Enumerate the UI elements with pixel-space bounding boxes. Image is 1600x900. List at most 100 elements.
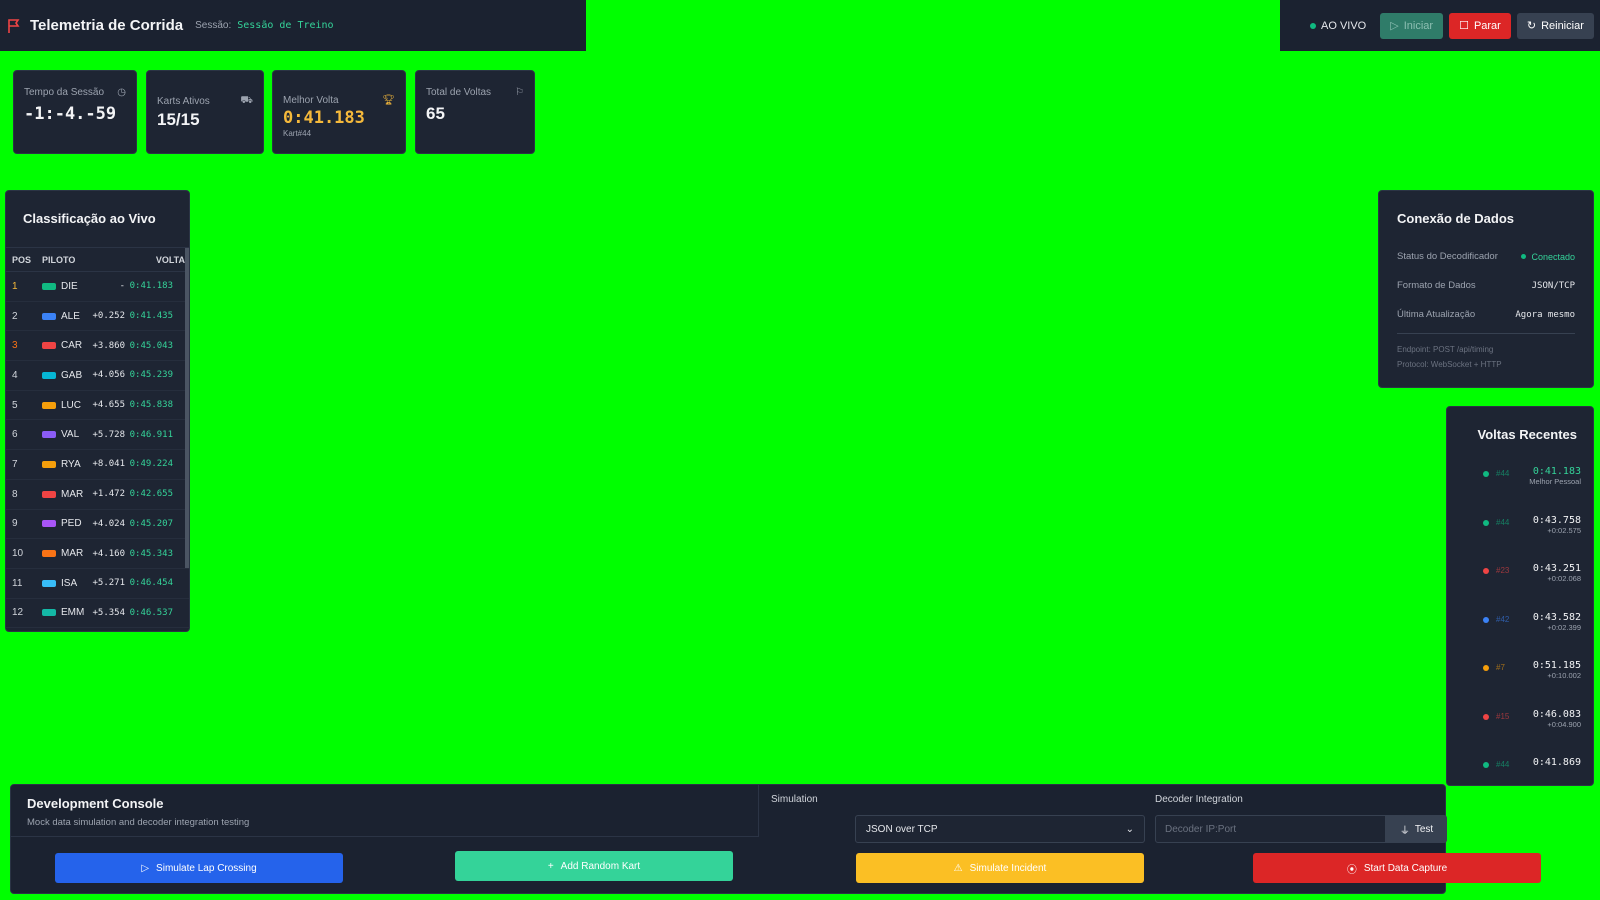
row-position: 12: [12, 607, 24, 619]
table-row[interactable]: 4 GAB +4.056 0:45.239: [6, 361, 189, 391]
lap-delta: +0:04.900: [1547, 719, 1581, 729]
table-row[interactable]: 10 MAR +4.160 0:45.343: [6, 539, 189, 569]
lap-kart: #7: [1496, 663, 1505, 672]
reset-button[interactable]: ↻ Reiniciar: [1516, 12, 1594, 39]
lap-info: 0:41.869: [1526, 757, 1581, 768]
row-position: 4: [12, 369, 18, 381]
row-lap: 0:46.454: [129, 578, 173, 589]
lap-info: 0:43.251 +0:02.068: [1526, 563, 1581, 583]
decoder-status-label: Status do Decodificador: [1397, 251, 1498, 262]
lap-info: 0:43.758 +0:02.575: [1526, 515, 1581, 535]
lap-delta: +0:02.399: [1547, 622, 1581, 632]
table-row[interactable]: 2 ALE +0.252 0:41.435: [6, 302, 189, 332]
kart-dot-icon: [1483, 471, 1489, 477]
connection-title: Conexão de Dados: [1397, 211, 1515, 226]
row-lap: 0:45.343: [129, 548, 173, 559]
lap-kart: #15: [1496, 711, 1510, 721]
stat-best-lap: Melhor Volta 🏆︎ 0:41.183 Kart#44: [272, 70, 406, 154]
row-lap: 0:41.183: [129, 281, 173, 292]
data-format-value: JSON/TCP: [1531, 280, 1575, 291]
table-row[interactable]: 7 RYA +8.041 0:49.224: [6, 450, 189, 480]
refresh-icon: ↻: [1526, 20, 1537, 32]
leaderboard-scrollbar[interactable]: [185, 248, 189, 568]
simulate-lap-button[interactable]: ▷ Simulate Lap Crossing: [55, 853, 343, 883]
leaderboard-rows: 1 DIE -0:41.183 2 ALE +0.252 0:41.435 3 CAR +3.86…: [6, 272, 189, 629]
lap-info: 0:46.083 +0:04.900: [1526, 709, 1581, 729]
start-button[interactable]: ▷ Iniciar: [1380, 12, 1444, 39]
row-pilot: LUC: [61, 399, 82, 411]
row-pilot: MAR: [61, 548, 84, 560]
table-row[interactable]: 11 ISA +5.271 0:46.454: [6, 569, 189, 599]
leaderboard-panel: Classificação ao Vivo POS PILOTO VOLTA 1…: [5, 190, 190, 632]
stat-value: -1:-4.-59: [24, 104, 117, 124]
data-format-row: Formato de Dados JSON/TCP: [1397, 271, 1575, 300]
stat-label: Melhor Volta: [283, 95, 339, 106]
lap-delta: +0:02.068: [1547, 574, 1581, 583]
row-pilot: CAR: [61, 340, 83, 352]
table-row[interactable]: 1 DIE -0:41.183: [6, 272, 189, 302]
row-position: 1: [12, 280, 18, 292]
start-capture-button[interactable]: ⦿ Start Data Capture: [1253, 853, 1541, 883]
row-position: 9: [12, 518, 18, 530]
stat-total-laps: Total de Voltas ⚐ 65: [415, 70, 535, 154]
row-pilot: VAL: [61, 429, 80, 441]
live-dot-icon: [1310, 22, 1316, 29]
kart-tag-icon: [42, 282, 56, 290]
simulate-incident-label: Simulate Incident: [969, 862, 1047, 874]
stat-value: 65: [426, 104, 445, 123]
table-row[interactable]: 3 CAR +3.860 0:45.043: [6, 331, 189, 362]
stat-subtitle: Kart#44: [283, 129, 312, 138]
flag-icon: ⚐: [515, 87, 524, 98]
stop-button[interactable]: ☐ Parar: [1449, 12, 1511, 39]
lap-info: 0:41.183 Melhor Pessoal: [1526, 466, 1581, 486]
lap-kart: #44: [1496, 760, 1510, 769]
dev-console-header: Development Console Mock data simulation…: [11, 785, 759, 837]
kart-dot-icon: [1483, 665, 1489, 671]
test-button[interactable]: ⏚ Test: [1386, 815, 1447, 843]
lap-delta: +0:10.002: [1547, 671, 1581, 680]
kart-icon: ⛟: [240, 95, 253, 106]
row-position: 6: [12, 429, 18, 441]
row-gap: +5.728: [92, 429, 125, 440]
table-row[interactable]: 8 MAR +1.472 0:42.655: [6, 480, 189, 510]
lap-info: 0:51.185 +0:10.002: [1526, 660, 1581, 680]
kart-tag-icon: [42, 520, 56, 528]
data-format-label: Formato de Dados: [1397, 280, 1476, 291]
row-lap: 0:42.655: [129, 489, 173, 500]
lap-kart: #44: [1496, 469, 1510, 478]
row-position: 5: [12, 399, 18, 411]
lap-time: 0:43.758: [1532, 514, 1581, 526]
play-icon: ▷: [1390, 20, 1399, 32]
format-select[interactable]: JSON over TCP ⌄: [855, 815, 1145, 843]
kart-dot-icon: [1483, 762, 1489, 768]
lap-time: 0:46.083: [1532, 708, 1581, 720]
table-row[interactable]: 9 PED +4.024 0:45.207: [6, 510, 189, 540]
app-title: Telemetria de Corrida: [30, 17, 184, 34]
stat-label: Karts Ativos: [157, 96, 210, 107]
connection-footer: Endpoint: POST /api/timing Protocol: Web…: [1397, 333, 1575, 372]
table-row[interactable]: 12 EMM +5.354 0:46.537: [6, 599, 189, 629]
table-row[interactable]: 5 LUC +4.655 0:45.838: [6, 391, 189, 421]
list-item: #44 0:41.869: [1447, 757, 1593, 806]
add-random-kart-button[interactable]: + Add Random Kart: [455, 851, 733, 881]
kart-tag-icon: [42, 312, 56, 320]
protocol-text: Protocol: WebSocket + HTTP: [1397, 360, 1502, 369]
session-label: Sessão:: [195, 20, 232, 31]
play-icon: ▷: [141, 862, 150, 874]
decoder-status-value: Conectado: [1521, 252, 1575, 262]
row-gap: +1.472: [92, 489, 125, 500]
row-lap: 0:49.224: [129, 459, 173, 470]
plus-icon: +: [547, 860, 554, 872]
format-select-value: JSON over TCP: [866, 823, 938, 835]
start-capture-label: Start Data Capture: [1363, 862, 1448, 874]
warning-icon: ⚠: [953, 862, 963, 874]
stop-icon: ☐: [1459, 20, 1469, 32]
kart-tag-icon: [42, 490, 56, 498]
lap-kart: #44: [1496, 517, 1510, 527]
decoder-ip-input[interactable]: [1155, 815, 1386, 843]
table-row[interactable]: 6 VAL +5.728 0:46.911: [6, 420, 189, 451]
trophy-icon: 🏆︎: [382, 95, 395, 106]
row-gap: +3.860: [92, 340, 125, 351]
lap-kart: #23: [1496, 566, 1510, 575]
simulate-incident-button[interactable]: ⚠ Simulate Incident: [856, 853, 1144, 883]
